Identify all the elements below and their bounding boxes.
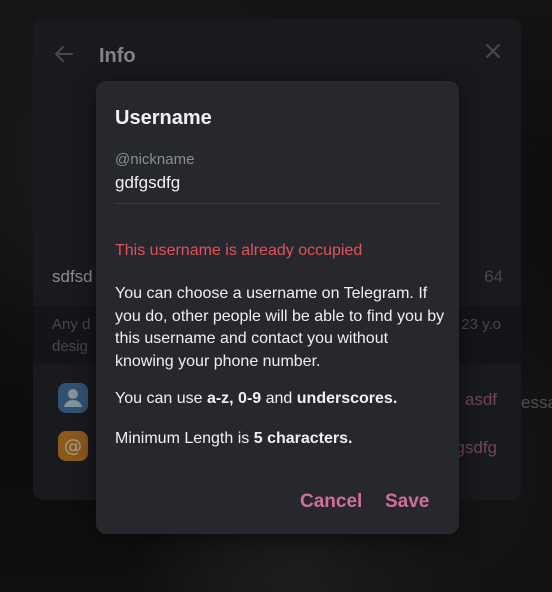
- username-dialog: Username @nickname This username is alre…: [96, 81, 459, 534]
- min-prefix: Minimum Length is: [115, 430, 254, 447]
- cancel-button[interactable]: Cancel: [300, 491, 362, 513]
- chars-prefix: You can use: [115, 390, 207, 407]
- min-bold: 5 characters.: [253, 430, 353, 447]
- error-message: This username is already occupied: [115, 242, 363, 259]
- allowed-chars-text: You can use a-z, 0-9 and underscores.: [115, 390, 397, 408]
- field-underline: [115, 203, 440, 204]
- description-text: You can choose a username on Telegram. I…: [115, 285, 445, 370]
- chars-bold-underscores: underscores.: [296, 390, 398, 407]
- chars-mid: and: [261, 390, 297, 407]
- chars-bold-ranges: a-z, 0-9: [206, 390, 262, 407]
- username-input[interactable]: [115, 173, 435, 193]
- username-field-placeholder: @nickname: [115, 151, 195, 168]
- dialog-title: Username: [115, 107, 212, 129]
- min-length-text: Minimum Length is 5 characters.: [115, 430, 352, 448]
- save-button[interactable]: Save: [385, 491, 429, 513]
